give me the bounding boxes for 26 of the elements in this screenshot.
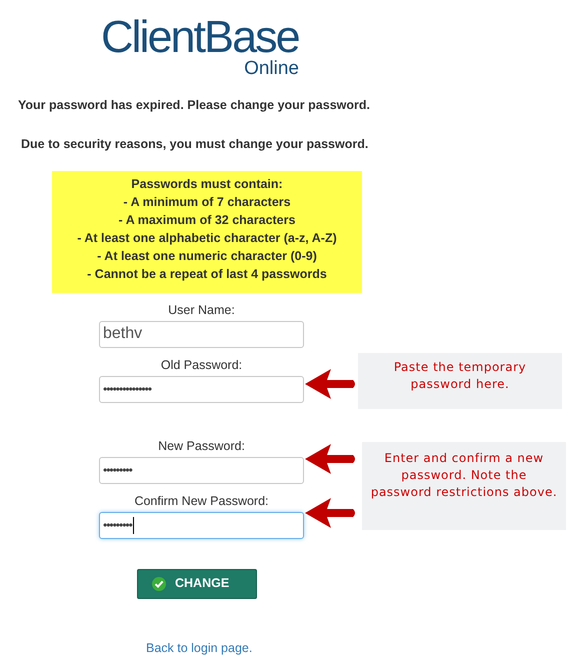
field-label: New Password:: [158, 438, 245, 454]
requirements-title: Passwords must contain:: [131, 176, 283, 192]
checkmark-icon: [152, 576, 166, 590]
requirement-text: - Cannot be a repeat of last 4 passwords: [87, 266, 327, 282]
change-button[interactable]: CHANGE: [137, 568, 257, 598]
message-text: Due to security reasons, you must change your password.: [21, 136, 368, 153]
back-link[interactable]: Back to login page.: [146, 640, 252, 654]
logo-subtitle: Online: [244, 60, 299, 78]
callout-note: Enter and confirm a new password. Note the password restrictions above.: [362, 442, 566, 530]
requirement-text: - At least one alphabetic character (a-z, A-Z): [77, 230, 337, 246]
field-label: Old Password:: [160, 356, 242, 372]
callout-note: Paste the temporary password here.: [358, 353, 562, 409]
input-field[interactable]: •••••••••••••••: [99, 376, 304, 402]
arrow-icon: [305, 444, 357, 474]
arrow-icon: [305, 369, 357, 399]
field-label: User Name:: [168, 302, 235, 318]
input-field[interactable]: bethv: [99, 320, 304, 348]
message-text: Your password has expired. Please change your password.: [18, 97, 370, 114]
field-label: Confirm New Password:: [134, 492, 269, 508]
input-field[interactable]: •••••••••: [99, 512, 304, 538]
requirement-text: - At least one numeric character (0-9): [97, 248, 317, 264]
arrow-icon: [305, 498, 357, 528]
requirement-text: - A minimum of 7 characters: [123, 194, 291, 210]
requirement-text: - A maximum of 32 characters: [118, 212, 296, 228]
input-field[interactable]: •••••••••: [99, 456, 304, 484]
logo-name: ClientBase: [101, 14, 299, 60]
